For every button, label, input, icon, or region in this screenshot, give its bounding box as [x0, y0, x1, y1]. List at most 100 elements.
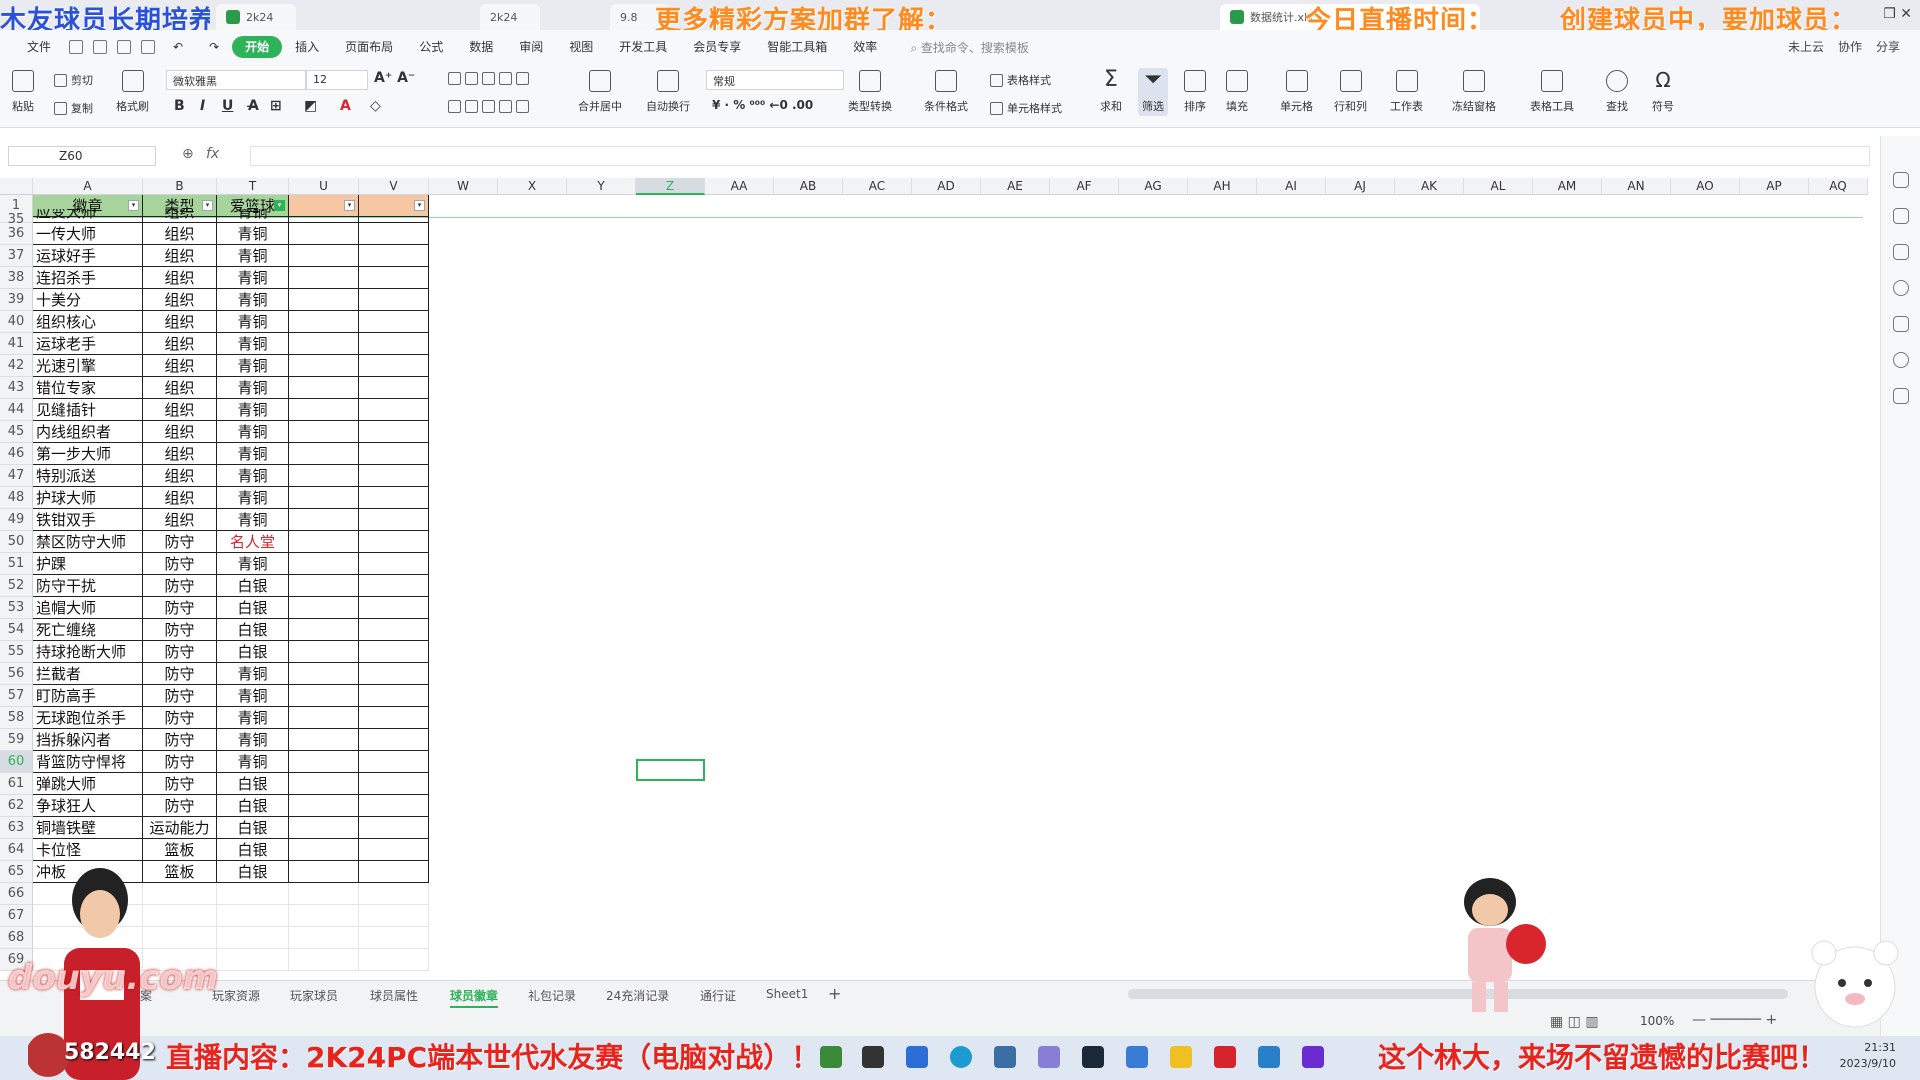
- cell-v[interactable]: [359, 685, 429, 707]
- cell-a[interactable]: 一传大师: [33, 223, 143, 245]
- taskbar-app-icon[interactable]: [820, 1046, 842, 1068]
- font-grow-icon[interactable]: A⁺ A⁻: [374, 70, 415, 86]
- font-size-select[interactable]: 12: [306, 70, 368, 90]
- cell-u[interactable]: [289, 729, 359, 751]
- column-header-ae[interactable]: AE: [981, 178, 1050, 195]
- cell-t[interactable]: 白银: [217, 795, 289, 817]
- column-header-w[interactable]: W: [429, 178, 498, 195]
- cell-b[interactable]: 组织: [143, 209, 217, 223]
- cursor-icon[interactable]: [1893, 172, 1909, 188]
- column-header-aq[interactable]: AQ: [1809, 178, 1868, 195]
- cell-b[interactable]: 防守: [143, 575, 217, 597]
- taskbar-app-icon[interactable]: [1258, 1046, 1280, 1068]
- menu-insert[interactable]: 插入: [282, 36, 332, 58]
- column-header-aj[interactable]: AJ: [1326, 178, 1395, 195]
- command-search[interactable]: ⌕ 查找命令、搜索模板: [910, 39, 1029, 56]
- cell-t[interactable]: 青铜: [217, 751, 289, 773]
- taskbar-app-icon[interactable]: [1302, 1046, 1324, 1068]
- cell-v[interactable]: [359, 729, 429, 751]
- cell-u[interactable]: [289, 355, 359, 377]
- menu-page-layout[interactable]: 页面布局: [332, 36, 406, 58]
- row-header[interactable]: 48: [0, 487, 33, 509]
- cell-u[interactable]: [289, 575, 359, 597]
- cell-a[interactable]: 光速引擎: [33, 355, 143, 377]
- cell-b[interactable]: 组织: [143, 245, 217, 267]
- cell-t[interactable]: 青铜: [217, 729, 289, 751]
- cell-b[interactable]: 防守: [143, 641, 217, 663]
- cell-b[interactable]: 组织: [143, 289, 217, 311]
- cell-u[interactable]: [289, 663, 359, 685]
- cell-v[interactable]: [359, 817, 429, 839]
- cell-a[interactable]: 特别派送: [33, 465, 143, 487]
- cell-b[interactable]: 组织: [143, 421, 217, 443]
- copy-button[interactable]: 复制: [54, 100, 93, 116]
- menu-view[interactable]: 视图: [556, 36, 606, 58]
- row-header[interactable]: 55: [0, 641, 33, 663]
- cell-a[interactable]: 连招杀手: [33, 267, 143, 289]
- wrap-text-button[interactable]: 自动换行: [646, 70, 690, 114]
- cell-t[interactable]: [217, 883, 289, 905]
- spreadsheet-grid[interactable]: A B T U V W X Y Z AA AB AC AD AE AF AG AH AI AJ AK AL AM AN AO A…: [0, 178, 1868, 983]
- cell-b[interactable]: 防守: [143, 619, 217, 641]
- row-header[interactable]: 58: [0, 707, 33, 729]
- cell-u[interactable]: [289, 619, 359, 641]
- row-col-button[interactable]: 行和列: [1334, 70, 1367, 114]
- cell-t[interactable]: 青铜: [217, 443, 289, 465]
- cell-b[interactable]: 组织: [143, 509, 217, 531]
- menu-efficiency[interactable]: 效率: [840, 36, 890, 58]
- cell-t[interactable]: 青铜: [217, 333, 289, 355]
- row-header[interactable]: 43: [0, 377, 33, 399]
- cell-b[interactable]: 组织: [143, 487, 217, 509]
- cell-u[interactable]: [289, 641, 359, 663]
- cell-b[interactable]: 组织: [143, 399, 217, 421]
- cell-v[interactable]: [359, 773, 429, 795]
- cell-v[interactable]: [359, 531, 429, 553]
- cell-a[interactable]: 运球好手: [33, 245, 143, 267]
- cell-v[interactable]: [359, 927, 429, 949]
- cell-t[interactable]: 白银: [217, 597, 289, 619]
- menu-review[interactable]: 审阅: [506, 36, 556, 58]
- row-header[interactable]: 46: [0, 443, 33, 465]
- underline-button[interactable]: U: [222, 98, 233, 114]
- taskbar-app-icon[interactable]: [994, 1046, 1016, 1068]
- cell-u[interactable]: [289, 245, 359, 267]
- cut-button[interactable]: 剪切: [54, 72, 93, 88]
- cell-b[interactable]: 组织: [143, 311, 217, 333]
- format-painter-button[interactable]: 格式刷: [116, 70, 149, 114]
- cell-t[interactable]: 青铜: [217, 289, 289, 311]
- cell-style-button[interactable]: 单元格样式: [990, 100, 1062, 116]
- zoom-level[interactable]: 100%: [1640, 1014, 1674, 1028]
- preview-icon[interactable]: [141, 40, 156, 54]
- cell-b[interactable]: 防守: [143, 685, 217, 707]
- column-header-u[interactable]: U: [289, 178, 359, 195]
- wps-icon[interactable]: [1214, 1046, 1236, 1068]
- cell-t[interactable]: 青铜: [217, 245, 289, 267]
- cell-v[interactable]: [359, 641, 429, 663]
- cell-v[interactable]: [359, 795, 429, 817]
- cell-b[interactable]: 防守: [143, 597, 217, 619]
- freeze-panes-button[interactable]: 冻结窗格: [1452, 70, 1496, 114]
- cell-v[interactable]: [359, 421, 429, 443]
- undo-icon[interactable]: ↶: [160, 36, 196, 58]
- book-icon[interactable]: [1893, 316, 1909, 332]
- column-header-a[interactable]: A: [33, 178, 143, 195]
- cell-b[interactable]: 组织: [143, 333, 217, 355]
- row-header[interactable]: 60: [0, 751, 33, 773]
- cell-a[interactable]: 运球老手: [33, 333, 143, 355]
- column-header-t[interactable]: T: [217, 178, 289, 195]
- cell-b[interactable]: 运动能力: [143, 817, 217, 839]
- cell-u[interactable]: [289, 377, 359, 399]
- cell-v[interactable]: [359, 223, 429, 245]
- font-name-select[interactable]: 微软雅黑: [166, 70, 306, 90]
- cell-u[interactable]: [289, 311, 359, 333]
- cell-t[interactable]: 青铜: [217, 685, 289, 707]
- cell-t[interactable]: 青铜: [217, 421, 289, 443]
- sheet-tab[interactable]: 玩家资源: [212, 987, 260, 1004]
- cell-v[interactable]: [359, 751, 429, 773]
- cell-t[interactable]: 白银: [217, 817, 289, 839]
- cell-a[interactable]: 无球跑位杀手: [33, 707, 143, 729]
- zoom-formula-icon[interactable]: ⊕: [182, 146, 194, 162]
- font-color-icon[interactable]: A: [340, 98, 351, 114]
- cell-v[interactable]: [359, 443, 429, 465]
- cell-a[interactable]: 铜墙铁壁: [33, 817, 143, 839]
